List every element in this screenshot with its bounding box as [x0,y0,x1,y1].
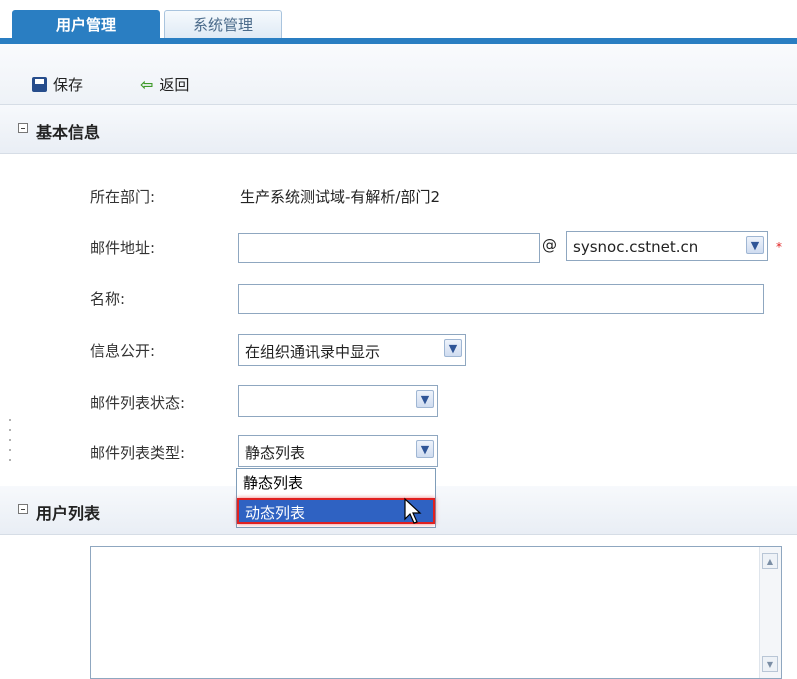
tab-system-management[interactable]: 系统管理 [164,10,282,38]
list-status-label: 邮件列表状态: [90,394,186,412]
name-input[interactable] [238,284,764,314]
save-button[interactable]: 保存 [32,74,83,95]
email-domain-value: sysnoc.cstnet.cn [573,238,699,256]
scroll-up-icon[interactable]: ▲ [762,553,778,569]
email-domain-select[interactable]: sysnoc.cstnet.cn ▼ [566,231,768,261]
scrollbar[interactable]: ▲ ▼ [759,547,781,678]
section-title-user-list: 用户列表 [36,504,101,523]
collapse-icon[interactable] [18,123,28,133]
section-basic-info: 基本信息 [0,105,797,154]
chevron-down-icon: ▼ [746,236,764,254]
info-public-value: 在组织通讯录中显示 [245,343,381,361]
section-title-basic-info: 基本信息 [36,123,101,142]
grip-dots-icon [9,419,11,461]
toolbar: 保存 ⇦ 返回 [0,44,797,105]
collapse-icon[interactable] [18,504,28,514]
info-public-select[interactable]: 在组织通讯录中显示 ▼ [238,334,466,366]
resize-grip[interactable] [8,412,12,468]
list-type-select[interactable]: 静态列表 ▼ [238,435,438,467]
at-sign: @ [542,236,557,254]
back-button[interactable]: ⇦ 返回 [140,74,189,95]
save-label: 保存 [53,76,84,94]
dropdown-option[interactable]: 静态列表 [237,470,435,496]
back-arrow-icon: ⇦ [140,75,154,94]
list-status-select[interactable]: ▼ [238,385,438,417]
info-public-label: 信息公开: [90,342,156,360]
user-list-textarea[interactable]: ▲ ▼ [90,546,782,679]
email-input[interactable] [238,233,540,263]
department-value: 生产系统测试域-有解析/部门2 [240,188,441,206]
department-label: 所在部门: [90,188,156,206]
list-type-label: 邮件列表类型: [90,444,186,462]
email-label: 邮件地址: [90,239,156,257]
chevron-down-icon: ▼ [416,390,434,408]
scroll-down-icon[interactable]: ▼ [762,656,778,672]
chevron-down-icon: ▼ [444,339,462,357]
save-icon [32,77,47,92]
list-type-value: 静态列表 [245,444,306,462]
tab-bar: 用户管理 系统管理 [0,0,797,44]
chevron-down-icon: ▼ [416,440,434,458]
required-mark: * [776,240,782,254]
mouse-pointer-icon [404,497,422,524]
back-label: 返回 [159,76,190,94]
name-label: 名称: [90,290,126,308]
